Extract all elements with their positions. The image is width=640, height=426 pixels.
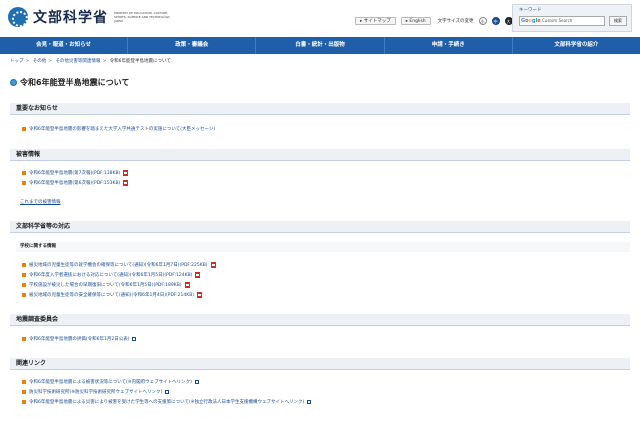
- breadcrumb-disaster-info[interactable]: その他災害等関連情報: [55, 59, 100, 64]
- pdf-icon: [210, 262, 216, 268]
- response-link-4[interactable]: 被災地域の児童生徒等の安全確保等について(通知)(令和6年1月4日)(PDF:2…: [22, 292, 203, 298]
- english-button[interactable]: ▸ English: [400, 17, 431, 25]
- subheading-school-info: 学校に関する情報: [16, 242, 630, 252]
- section-heading-notice: 重要なお知らせ: [10, 103, 630, 115]
- bullet-icon: [22, 181, 26, 185]
- related-link-nied[interactable]: 防災科学技術研究所(※防災科学技術研究所ウェブサイトへリンク): [22, 389, 170, 395]
- page-title: 令和6年能登半島地震について: [10, 77, 129, 88]
- response-link-2[interactable]: 令和6年度入学者選抜における対応について(通知)(令和6年1月5日)(PDF:1…: [22, 272, 201, 278]
- nav-item-policy[interactable]: 政策・審議会: [128, 37, 257, 54]
- nav-item-procedures[interactable]: 申請・手続き: [385, 37, 513, 54]
- committee-evaluation-link[interactable]: 令和6年能登半島地震の評価(令和6年1月2日公表): [22, 336, 137, 342]
- response-link-1[interactable]: 被災地域の児童生徒等の就学機会の確保等について(通知)(令和6年1月7日)(PD…: [22, 262, 216, 268]
- search-box: キーワード Custom Search Google 検索: [512, 4, 632, 32]
- logo-english-text: MINISTRY OF EDUCATION, CULTURE, SPORTS, …: [114, 11, 171, 23]
- site-header: 文部科学省 MINISTRY OF EDUCATION, CULTURE, SP…: [0, 0, 640, 36]
- page-title-text: 令和6年能登半島地震について: [20, 78, 130, 87]
- logo-text: 文部科学省: [33, 10, 108, 26]
- pdf-icon: [184, 282, 190, 288]
- site-logo[interactable]: 文部科学省 MINISTRY OF EDUCATION, CULTURE, SP…: [8, 7, 174, 27]
- pdf-icon: [197, 292, 203, 298]
- pdf-icon: [195, 272, 201, 278]
- utility-bar: ▸ サイトマップ ▸ English 文字サイズの変更 小 中 大: [355, 17, 513, 25]
- bullet-icon: [22, 171, 26, 175]
- font-size-label: 文字サイズの変更: [437, 19, 474, 24]
- response-link-3[interactable]: 学校施設が被災した場合の早期復旧について(令和6年1月5日)(PDF:189KB…: [22, 282, 190, 288]
- global-nav: 会見・報道・お知らせ 政策・審議会 白書・統計・出版物 申請・手続き 文部科学省…: [0, 37, 640, 54]
- bullet-icon: [22, 127, 26, 131]
- bullet-icon: [22, 380, 26, 384]
- nav-item-publications[interactable]: 白書・統計・出版物: [256, 37, 385, 54]
- bullet-icon: [22, 293, 26, 297]
- logo-mark-icon: [8, 7, 28, 27]
- nav-item-about[interactable]: 文部科学省の紹介: [513, 37, 640, 54]
- section-heading-committee: 地震調査委員会: [10, 314, 630, 326]
- external-link-icon: [165, 390, 170, 394]
- breadcrumb-other[interactable]: その他: [33, 59, 47, 64]
- font-size-small-button[interactable]: 小: [478, 17, 487, 25]
- past-damage-info-link[interactable]: これまでの被害情報: [20, 199, 61, 205]
- breadcrumb-current: 令和6年能登半島地震について: [109, 59, 171, 64]
- search-button[interactable]: 検索: [609, 16, 627, 26]
- bullet-icon: [22, 263, 26, 267]
- pdf-icon: [123, 170, 129, 176]
- related-link-jasso[interactable]: 令和6年能登半島地震による災害により被害を受けた学生等への支援策について(※独立…: [22, 399, 312, 405]
- damage-report-6-link[interactable]: 令和6年能登半島地震(第6次報)(PDF:153KB): [22, 180, 129, 186]
- bullet-icon: [22, 283, 26, 287]
- external-link-icon: [307, 400, 312, 404]
- section-heading-response: 文部科学省等の対応: [10, 221, 630, 233]
- bullet-icon: [22, 390, 26, 394]
- sitemap-button[interactable]: ▸ サイトマップ: [355, 17, 396, 25]
- notice-link[interactable]: 令和6年能登半島地震の影響を踏まえた大学入学共通テストの実施について(大臣メッセ…: [22, 126, 215, 132]
- google-logo: Google: [521, 18, 541, 24]
- search-label: キーワード: [519, 8, 542, 13]
- bullet-icon: [22, 400, 26, 404]
- nav-item-press[interactable]: 会見・報道・お知らせ: [0, 37, 129, 54]
- external-link-icon: [132, 337, 137, 341]
- breadcrumb-top[interactable]: トップ: [10, 59, 24, 64]
- pdf-icon: [123, 180, 129, 186]
- title-bullet-icon: [10, 79, 17, 86]
- external-link-icon: [194, 380, 199, 384]
- damage-report-7-link[interactable]: 令和6年能登半島地震(第7次報)(PDF:138KB): [22, 170, 129, 176]
- section-heading-damage: 被害情報: [10, 149, 630, 161]
- related-link-cabinet-office[interactable]: 令和6年能登半島地震による被害状況等について(※内閣府ウェブサイトへリンク): [22, 379, 199, 385]
- breadcrumb: トップ > その他 > その他災害等関連情報 > 令和6年能登半島地震について: [10, 59, 171, 64]
- font-size-medium-button[interactable]: 中: [491, 17, 500, 25]
- bullet-icon: [22, 337, 26, 341]
- section-heading-related-links: 関連リンク: [10, 358, 630, 370]
- bullet-icon: [22, 273, 26, 277]
